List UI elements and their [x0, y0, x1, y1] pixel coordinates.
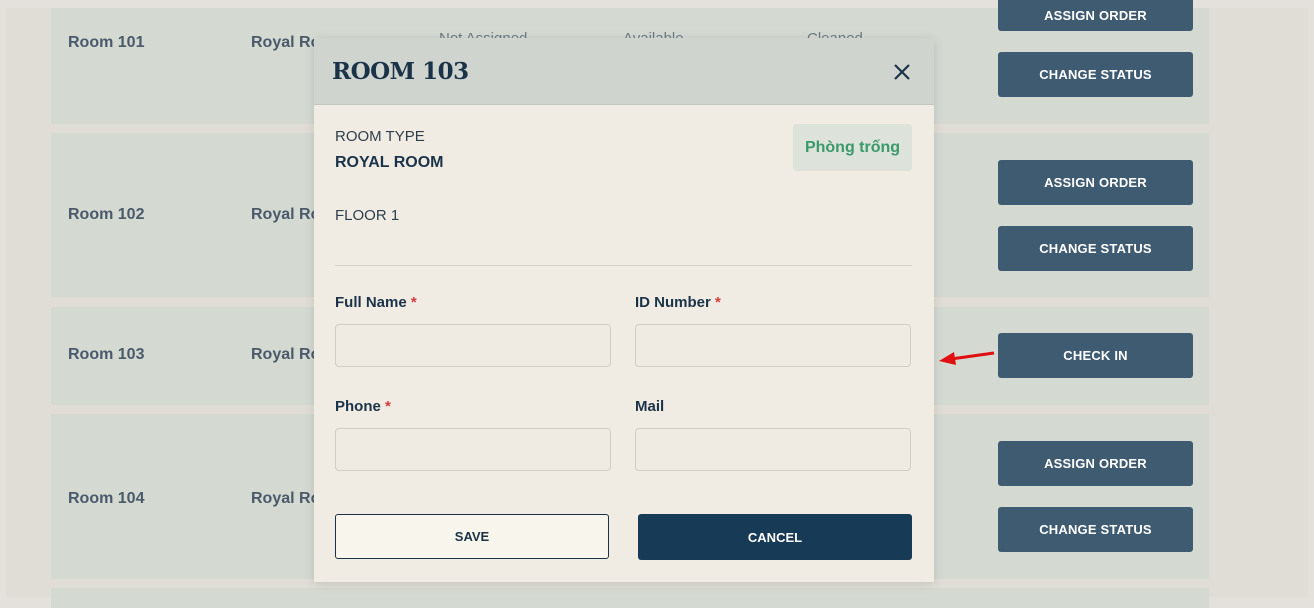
- assign-order-button[interactable]: ASSIGN ORDER: [998, 0, 1193, 31]
- change-status-button[interactable]: CHANGE STATUS: [998, 507, 1193, 552]
- full-name-label: Full Name *: [335, 294, 417, 311]
- required-marker: *: [385, 398, 391, 415]
- room-name: Room 101: [68, 34, 145, 51]
- room-type-value: ROYAL ROOM: [335, 154, 444, 171]
- room-name: Room 102: [68, 206, 145, 223]
- room-type-label: ROOM TYPE: [335, 128, 425, 145]
- change-status-button[interactable]: CHANGE STATUS: [998, 226, 1193, 271]
- room-name: Room 103: [68, 346, 145, 363]
- divider: [335, 265, 912, 266]
- mail-input[interactable]: [635, 428, 911, 471]
- room-type: Royal Ro: [251, 346, 321, 363]
- required-marker: *: [715, 294, 721, 311]
- check-in-modal: ROOM 103 ROOM TYPE ROYAL ROOM FLOOR 1 Ph…: [314, 38, 934, 582]
- assign-order-button[interactable]: ASSIGN ORDER: [998, 441, 1193, 486]
- phone-input[interactable]: [335, 428, 611, 471]
- room-type: Royal Ro: [251, 490, 321, 507]
- mail-label: Mail: [635, 398, 665, 415]
- room-type: Royal Ro: [251, 34, 321, 51]
- id-number-label: ID Number *: [635, 294, 721, 311]
- phone-label: Phone *: [335, 398, 391, 415]
- red-arrow-icon: [939, 351, 995, 365]
- check-in-button[interactable]: CHECK IN: [998, 333, 1193, 378]
- close-icon[interactable]: [890, 60, 914, 84]
- required-marker: *: [410, 294, 417, 311]
- room-row-partial: [51, 588, 1209, 608]
- cancel-button[interactable]: CANCEL: [638, 514, 912, 560]
- save-button[interactable]: SAVE: [335, 514, 609, 559]
- floor-label: FLOOR 1: [335, 207, 400, 224]
- room-name: Room 104: [68, 490, 145, 507]
- full-name-input[interactable]: [335, 324, 611, 367]
- room-status-badge: Phòng trống: [793, 124, 912, 171]
- modal-title: ROOM 103: [332, 58, 469, 85]
- change-status-button[interactable]: CHANGE STATUS: [998, 52, 1193, 97]
- assign-order-button[interactable]: ASSIGN ORDER: [998, 160, 1193, 205]
- id-number-input[interactable]: [635, 324, 911, 367]
- room-type: Royal Ro: [251, 206, 321, 223]
- modal-header: ROOM 103: [314, 38, 934, 105]
